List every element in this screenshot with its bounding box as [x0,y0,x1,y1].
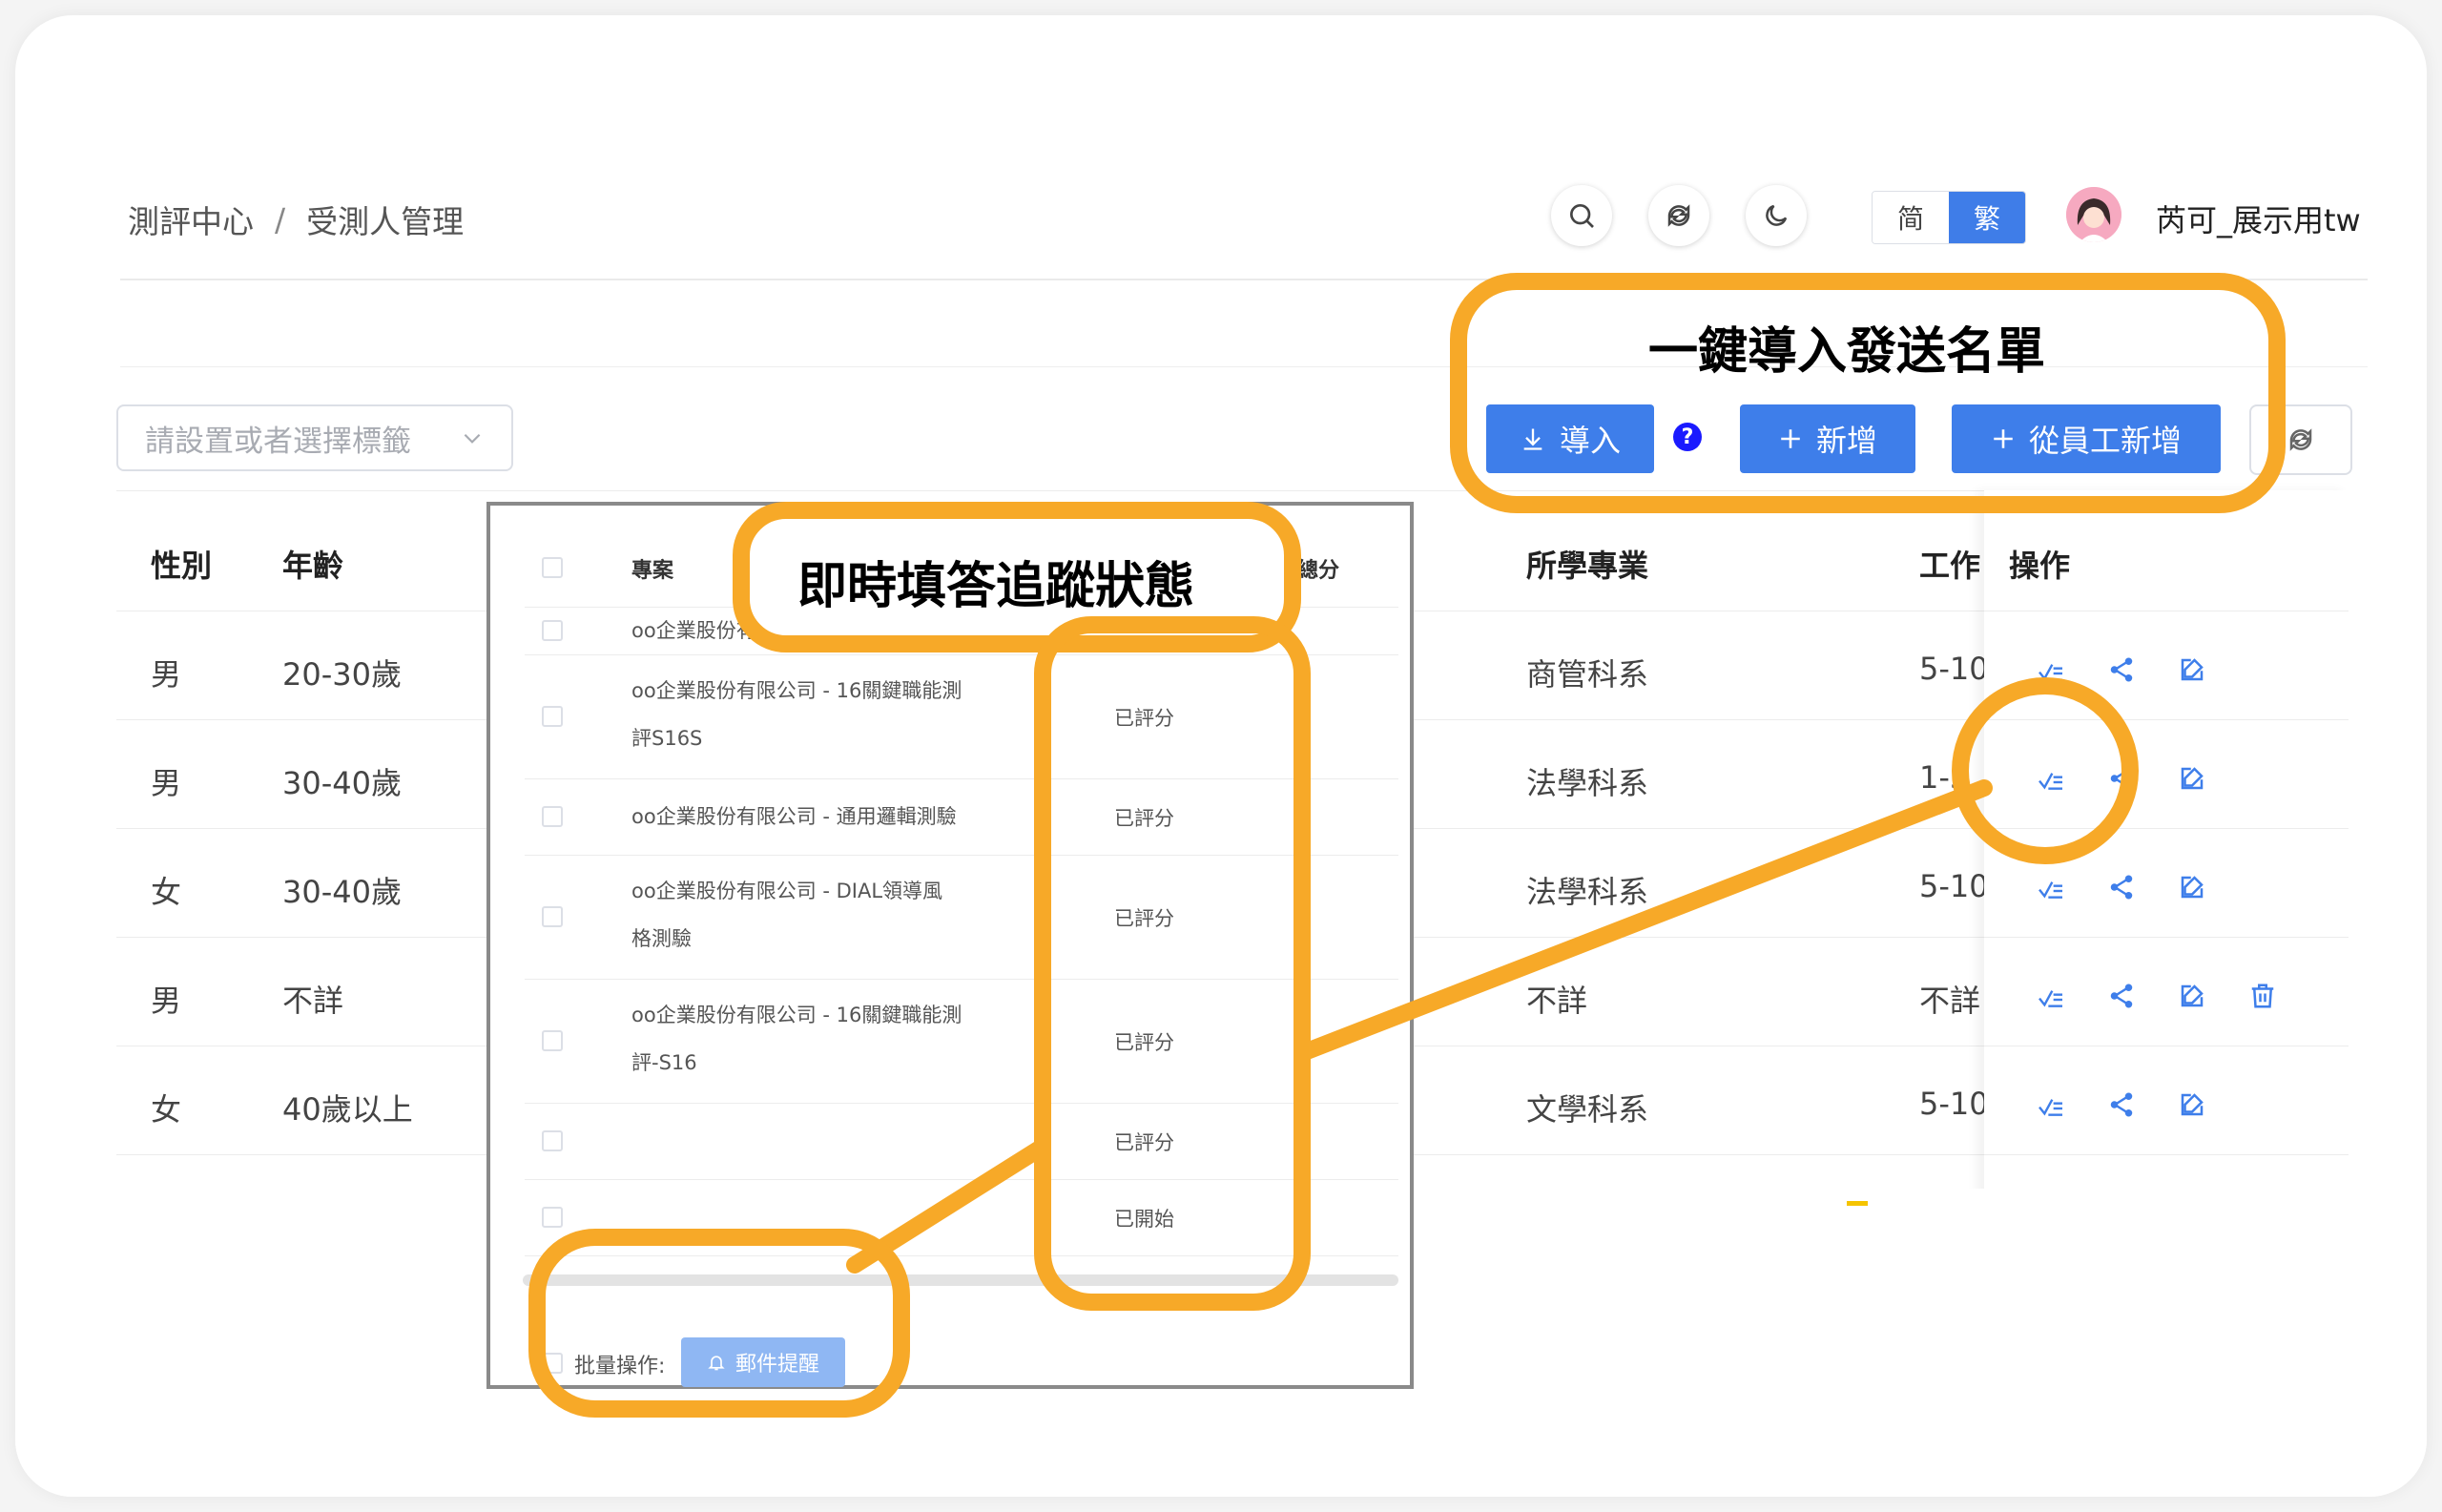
mail-reminder-highlight [528,1229,910,1418]
import-callout-title: 一鍵導入發送名單 [1648,323,2046,381]
connector-line [1298,779,1993,1060]
tracking-callout-title: 即時填答追蹤狀態 [797,558,1195,615]
status-column-highlight [1034,616,1311,1311]
import-callout-box [1450,273,2286,513]
review-icon-highlight [1952,677,2139,864]
app-window: 測評中心 / 受測人管理 简 繁 芮可_展示用tw 請設置或者選擇標籤 導入 ? [15,15,2427,1497]
